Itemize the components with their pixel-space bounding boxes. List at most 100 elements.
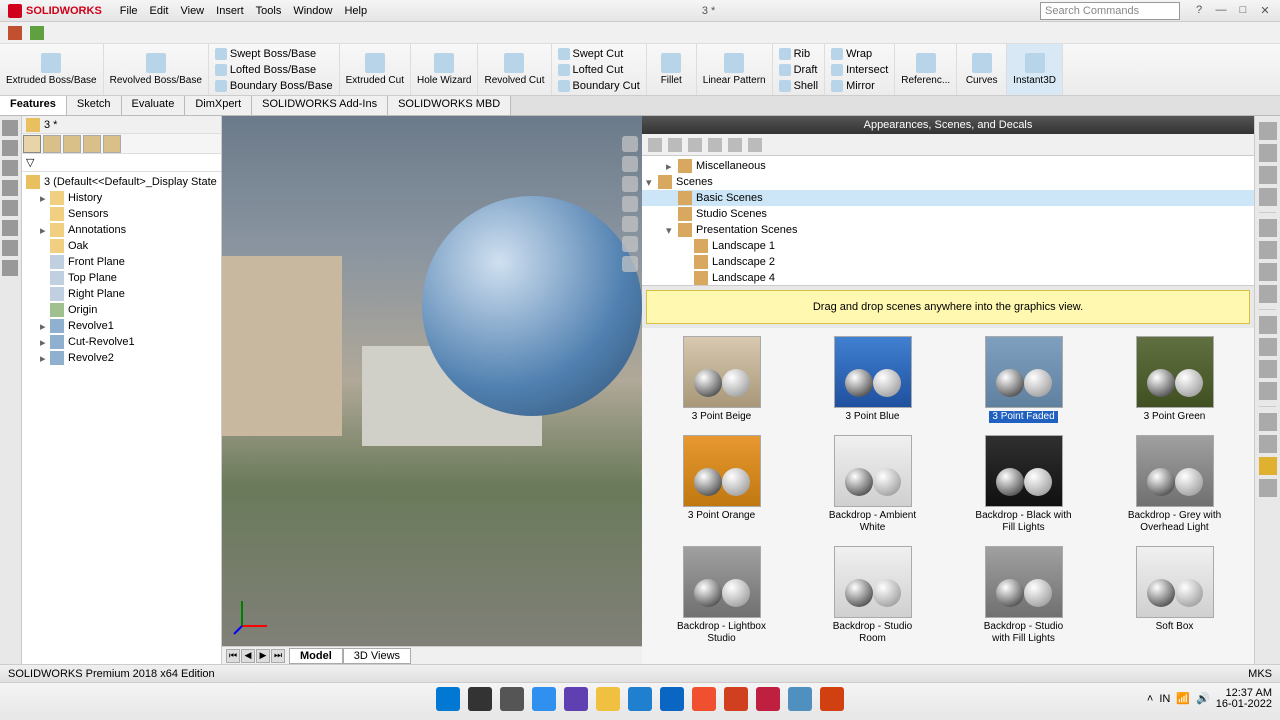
menu-help[interactable]: Help bbox=[344, 5, 367, 17]
tb-chat-icon[interactable] bbox=[564, 687, 588, 711]
ft-filter[interactable]: ▽ bbox=[22, 154, 221, 172]
tb-solidworks-icon[interactable] bbox=[820, 687, 844, 711]
tree-studio-scenes[interactable]: Studio Scenes bbox=[642, 206, 1254, 222]
scene-thumb[interactable]: 3 Point Beige bbox=[650, 336, 793, 423]
ft-revolve1[interactable]: ▸Revolve1 bbox=[22, 318, 221, 334]
scene-thumb[interactable]: 3 Point Faded bbox=[952, 336, 1095, 423]
ribbon-extruded-boss[interactable]: Extruded Boss/Base bbox=[0, 44, 104, 95]
tree-presentation-scenes[interactable]: ▾Presentation Scenes bbox=[642, 222, 1254, 238]
ribbon-curves[interactable]: Curves bbox=[957, 44, 1007, 95]
ft-tab-property-manager[interactable] bbox=[43, 135, 61, 153]
tb-lang[interactable]: IN bbox=[1159, 693, 1170, 705]
vp-prev-icon[interactable]: ◀ bbox=[241, 649, 255, 663]
graphics-view[interactable] bbox=[222, 116, 642, 646]
ribbon-rib[interactable]: Rib bbox=[779, 46, 811, 62]
lt-icon-7[interactable] bbox=[2, 240, 18, 256]
ft-origin[interactable]: Origin bbox=[22, 302, 221, 318]
ribbon-boundary-cut[interactable]: Boundary Cut bbox=[558, 78, 640, 94]
vp-last-icon[interactable]: ⏭ bbox=[271, 649, 285, 663]
lt-icon-2[interactable] bbox=[2, 140, 18, 156]
search-commands-input[interactable]: Search Commands bbox=[1040, 2, 1180, 20]
ft-root[interactable]: 3 (Default<<Default>_Display State bbox=[22, 174, 221, 190]
rt-icon-8[interactable] bbox=[1259, 285, 1277, 303]
ribbon-revolved-cut[interactable]: Revolved Cut bbox=[478, 44, 551, 95]
ft-tab-dimxpert[interactable] bbox=[83, 135, 101, 153]
ft-tab-display[interactable] bbox=[103, 135, 121, 153]
tb-app-icon[interactable] bbox=[756, 687, 780, 711]
ribbon-intersect[interactable]: Intersect bbox=[831, 62, 888, 78]
tree-landscape2[interactable]: Landscape 2 bbox=[642, 254, 1254, 270]
tab-mbd[interactable]: SOLIDWORKS MBD bbox=[388, 96, 511, 115]
ft-annotations[interactable]: ▸Annotations bbox=[22, 222, 221, 238]
scene-thumb[interactable]: Backdrop - Studio with Fill Lights bbox=[952, 546, 1095, 645]
rt-icon-16[interactable] bbox=[1259, 479, 1277, 497]
tb-linkedin-icon[interactable] bbox=[660, 687, 684, 711]
tb-search-icon[interactable] bbox=[468, 687, 492, 711]
ft-history[interactable]: ▸History bbox=[22, 190, 221, 206]
lt-icon-3[interactable] bbox=[2, 160, 18, 176]
rt-icon-3[interactable] bbox=[1259, 166, 1277, 184]
tb-explorer-icon[interactable] bbox=[596, 687, 620, 711]
tb-screenshot-icon[interactable] bbox=[788, 687, 812, 711]
scene-thumb[interactable]: 3 Point Orange bbox=[650, 435, 793, 534]
vp-zoom-icon[interactable] bbox=[622, 136, 638, 152]
tb-taskview-icon[interactable] bbox=[500, 687, 524, 711]
ribbon-boundary-boss[interactable]: Boundary Boss/Base bbox=[215, 78, 333, 94]
rp-fwd-icon[interactable] bbox=[668, 138, 682, 152]
tree-miscellaneous[interactable]: ▸Miscellaneous bbox=[642, 158, 1254, 174]
scene-thumb[interactable]: Backdrop - Lightbox Studio bbox=[650, 546, 793, 645]
tree-landscape4[interactable]: Landscape 4 bbox=[642, 270, 1254, 286]
scene-thumb[interactable]: Backdrop - Black with Fill Lights bbox=[952, 435, 1095, 534]
help-icon[interactable]: ? bbox=[1192, 4, 1206, 18]
lt-icon-4[interactable] bbox=[2, 180, 18, 196]
menu-file[interactable]: File bbox=[120, 5, 138, 17]
menu-insert[interactable]: Insert bbox=[216, 5, 244, 17]
maximize-icon[interactable]: □ bbox=[1236, 4, 1250, 18]
ribbon-lofted-cut[interactable]: Lofted Cut bbox=[558, 62, 624, 78]
tree-scenes[interactable]: ▾Scenes bbox=[642, 174, 1254, 190]
menu-tools[interactable]: Tools bbox=[256, 5, 282, 17]
ft-doc-tab[interactable]: 3 * bbox=[44, 119, 57, 131]
ribbon-draft[interactable]: Draft bbox=[779, 62, 818, 78]
ribbon-linear-pattern[interactable]: Linear Pattern bbox=[697, 44, 773, 95]
ft-sensors[interactable]: Sensors bbox=[22, 206, 221, 222]
ribbon-extruded-cut[interactable]: Extruded Cut bbox=[340, 44, 411, 95]
menu-view[interactable]: View bbox=[180, 5, 204, 17]
rt-icon-14[interactable] bbox=[1259, 435, 1277, 453]
lt-icon-5[interactable] bbox=[2, 200, 18, 216]
ribbon-lofted-boss[interactable]: Lofted Boss/Base bbox=[215, 62, 316, 78]
ribbon-swept-cut[interactable]: Swept Cut bbox=[558, 46, 624, 62]
scene-thumb[interactable]: Backdrop - Grey with Overhead Light bbox=[1103, 435, 1246, 534]
ft-right-plane[interactable]: Right Plane bbox=[22, 286, 221, 302]
ribbon-shell[interactable]: Shell bbox=[779, 78, 818, 94]
rp-up-icon[interactable] bbox=[708, 138, 722, 152]
tb-recorder-icon[interactable] bbox=[724, 687, 748, 711]
rt-icon-6[interactable] bbox=[1259, 241, 1277, 259]
rt-icon-5[interactable] bbox=[1259, 219, 1277, 237]
rt-icon-7[interactable] bbox=[1259, 263, 1277, 281]
rp-refresh-icon[interactable] bbox=[728, 138, 742, 152]
tb-brave-icon[interactable] bbox=[692, 687, 716, 711]
ribbon-mirror[interactable]: Mirror bbox=[831, 78, 875, 94]
scene-thumb[interactable]: 3 Point Blue bbox=[801, 336, 944, 423]
tb-start-icon[interactable] bbox=[436, 687, 460, 711]
ft-cutrevolve1[interactable]: ▸Cut-Revolve1 bbox=[22, 334, 221, 350]
vp-tab-model[interactable]: Model bbox=[289, 648, 343, 664]
minimize-icon[interactable]: — bbox=[1214, 4, 1228, 18]
lt-icon-6[interactable] bbox=[2, 220, 18, 236]
ft-material[interactable]: Oak bbox=[22, 238, 221, 254]
tab-addins[interactable]: SOLIDWORKS Add-Ins bbox=[252, 96, 388, 115]
vp-next-icon[interactable]: ▶ bbox=[256, 649, 270, 663]
scene-thumb[interactable]: Backdrop - Studio Room bbox=[801, 546, 944, 645]
scene-thumb[interactable]: Backdrop - Ambient White bbox=[801, 435, 944, 534]
vp-appearance-icon[interactable] bbox=[622, 236, 638, 252]
vp-first-icon[interactable]: ⏮ bbox=[226, 649, 240, 663]
rt-appearance-active-icon[interactable] bbox=[1259, 457, 1277, 475]
menu-edit[interactable]: Edit bbox=[150, 5, 169, 17]
tab-evaluate[interactable]: Evaluate bbox=[122, 96, 186, 115]
rp-back-icon[interactable] bbox=[648, 138, 662, 152]
rt-icon-11[interactable] bbox=[1259, 360, 1277, 378]
ft-tab-configuration[interactable] bbox=[63, 135, 81, 153]
rt-icon-1[interactable] bbox=[1259, 122, 1277, 140]
rt-icon-10[interactable] bbox=[1259, 338, 1277, 356]
